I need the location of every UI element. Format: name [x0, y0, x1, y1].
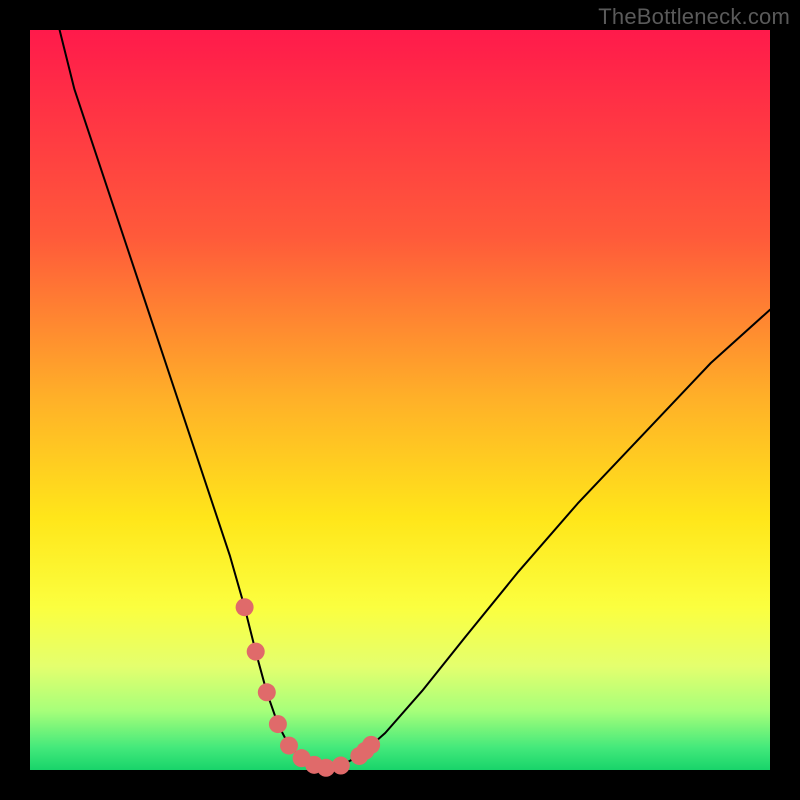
fit-dot	[332, 757, 350, 775]
bottleneck-chart	[0, 0, 800, 800]
fit-dot	[269, 715, 287, 733]
fit-dot	[247, 643, 265, 661]
fit-dot	[236, 598, 254, 616]
chart-frame: TheBottleneck.com	[0, 0, 800, 800]
watermark-text: TheBottleneck.com	[598, 4, 790, 30]
fit-dot	[258, 683, 276, 701]
fit-dot	[362, 736, 380, 754]
gradient-background	[30, 30, 770, 770]
